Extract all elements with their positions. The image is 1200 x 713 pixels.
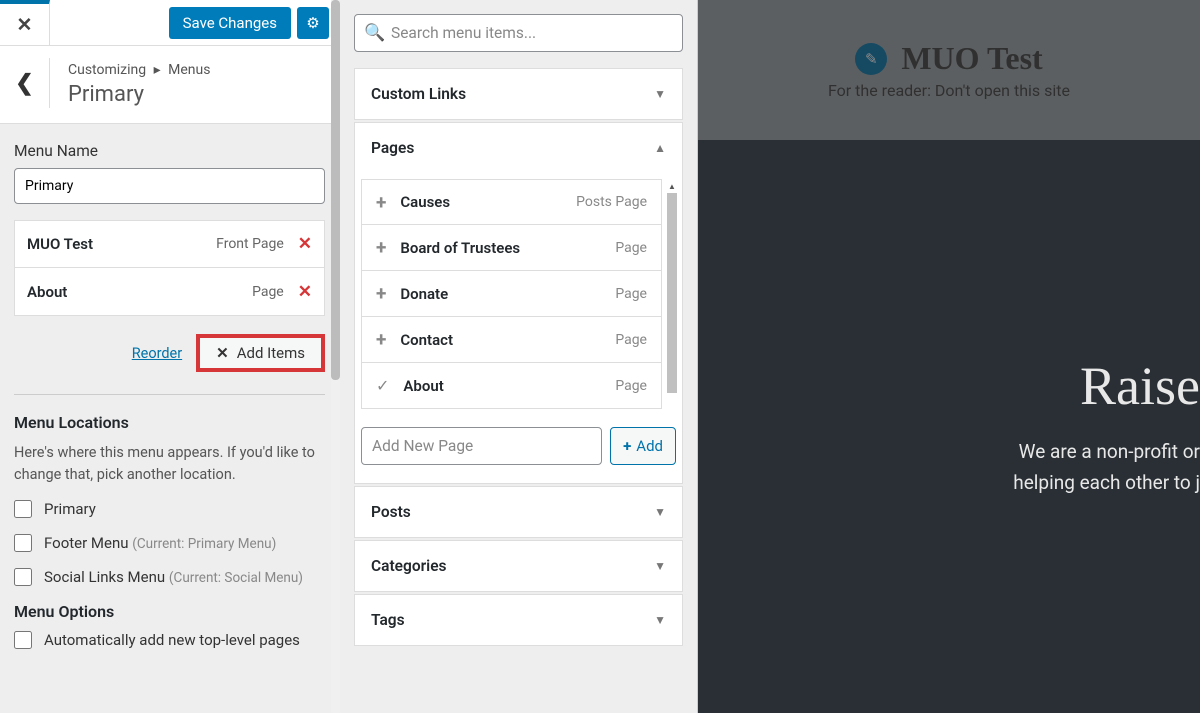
tags-section[interactable]: Tags ▼ (354, 594, 683, 646)
page-item-type: Posts Page (576, 194, 647, 210)
search-input[interactable] (354, 14, 683, 52)
menu-item-type: Page (252, 284, 284, 300)
page-item-title: Causes (400, 193, 576, 211)
location-footer[interactable]: Footer Menu (Current: Primary Menu) (14, 534, 325, 552)
checkbox[interactable] (14, 534, 32, 552)
location-social[interactable]: Social Links Menu (Current: Social Menu) (14, 568, 325, 586)
menu-locations-title: Menu Locations (14, 413, 325, 432)
plus-icon: + (376, 236, 386, 259)
scroll-up-icon[interactable]: ▲ (667, 179, 677, 193)
option-auto-add[interactable]: Automatically add new top-level pages (14, 631, 325, 649)
chevron-up-icon: ▲ (654, 141, 666, 155)
remove-icon[interactable]: ✕ (298, 234, 312, 254)
checkbox[interactable] (14, 568, 32, 586)
menu-item-title: About (27, 283, 252, 301)
menu-locations-desc: Here's where this menu appears. If you'd… (14, 442, 325, 486)
breadcrumb-title: Primary (68, 82, 210, 107)
checkbox[interactable] (14, 631, 32, 649)
page-item[interactable]: + Board of Trustees Page (361, 225, 662, 271)
save-changes-button[interactable]: Save Changes (169, 7, 291, 39)
settings-gear-button[interactable]: ⚙ (297, 7, 329, 39)
menu-item[interactable]: About Page ✕ (14, 268, 325, 316)
checkbox-label: Footer Menu (44, 534, 129, 552)
section-label: Categories (371, 557, 447, 575)
customizer-sidebar: ✕ Save Changes ⚙ ❮ Customizing ▸ Menus P… (0, 0, 340, 713)
hero-subtitle-1: We are a non-profit or (979, 437, 1200, 467)
checkbox-label: Automatically add new top-level pages (44, 631, 300, 649)
breadcrumb-row: ❮ Customizing ▸ Menus Primary (0, 46, 339, 124)
plus-icon: + (376, 282, 386, 305)
plus-icon: + (376, 328, 386, 351)
section-label: Pages (371, 139, 414, 157)
chevron-right-icon: ▸ (154, 62, 161, 78)
add-items-button[interactable]: ✕ Add Items (196, 334, 325, 372)
pages-section: Pages ▲ + Causes Posts Page + Board of T… (354, 122, 683, 484)
remove-icon[interactable]: ✕ (298, 282, 312, 302)
add-new-page-input[interactable] (361, 427, 602, 465)
breadcrumb: Customizing ▸ Menus (68, 62, 210, 78)
page-item-title: Contact (400, 331, 615, 349)
categories-section[interactable]: Categories ▼ (354, 540, 683, 592)
page-item-type: Page (615, 286, 647, 302)
checkbox-label: Social Links Menu (44, 568, 165, 586)
menu-item-title: MUO Test (27, 235, 216, 253)
add-items-label: Add Items (237, 344, 305, 362)
sidebar-content: Menu Name MUO Test Front Page ✕ About Pa… (0, 124, 339, 713)
page-item-title: Donate (400, 285, 615, 303)
checkbox-label: Primary (44, 500, 96, 518)
plus-icon: + (376, 191, 386, 214)
section-label: Posts (371, 503, 411, 521)
page-item[interactable]: ✓ About Page (361, 363, 662, 409)
page-item-type: Page (615, 332, 647, 348)
menu-name-label: Menu Name (14, 142, 325, 160)
menu-item-type: Front Page (216, 236, 284, 252)
menu-item[interactable]: MUO Test Front Page ✕ (14, 220, 325, 268)
section-label: Custom Links (371, 85, 466, 103)
page-item[interactable]: + Causes Posts Page (361, 179, 662, 225)
site-preview: ✎ MUO Test For the reader: Don't open th… (698, 0, 1200, 713)
close-button[interactable]: ✕ (0, 0, 50, 46)
sidebar-topbar: ✕ Save Changes ⚙ (0, 0, 339, 46)
pages-scrollbar[interactable]: ▲ (667, 179, 677, 409)
menu-items-list: MUO Test Front Page ✕ About Page ✕ (14, 220, 325, 316)
menu-options-title: Menu Options (14, 602, 325, 621)
gear-icon: ⚙ (306, 14, 319, 32)
chevron-down-icon: ▼ (654, 613, 666, 627)
add-button-label: Add (636, 437, 663, 455)
chevron-down-icon: ▼ (654, 505, 666, 519)
check-icon: ✓ (376, 376, 389, 395)
close-icon: ✕ (216, 344, 229, 362)
checkbox-hint: (Current: Primary Menu) (132, 536, 276, 552)
reorder-link[interactable]: Reorder (132, 345, 182, 362)
hero-subtitle-2: helping each other to j (973, 468, 1200, 498)
location-primary[interactable]: Primary (14, 500, 325, 518)
divider (14, 394, 325, 395)
menu-name-input[interactable] (14, 168, 325, 204)
sidebar-scrollbar[interactable] (331, 0, 340, 713)
page-item-title: About (403, 377, 615, 395)
section-label: Tags (371, 611, 405, 629)
page-item-type: Page (615, 378, 647, 394)
add-page-button[interactable]: + Add (610, 427, 676, 465)
page-item[interactable]: + Contact Page (361, 317, 662, 363)
hero-title: Raise (1020, 355, 1200, 417)
chevron-down-icon: ▼ (654, 87, 666, 101)
checkbox-hint: (Current: Social Menu) (169, 570, 303, 586)
custom-links-section[interactable]: Custom Links ▼ (354, 68, 683, 120)
page-item-title: Board of Trustees (400, 239, 615, 257)
page-item[interactable]: + Donate Page (361, 271, 662, 317)
posts-section[interactable]: Posts ▼ (354, 486, 683, 538)
add-items-panel: 🔍 Custom Links ▼ Pages ▲ + Causes Posts … (340, 0, 698, 713)
page-item-type: Page (615, 240, 647, 256)
plus-icon: + (623, 437, 631, 455)
pages-section-header[interactable]: Pages ▲ (355, 123, 682, 173)
back-button[interactable]: ❮ (0, 58, 50, 108)
search-icon: 🔍 (364, 23, 385, 43)
checkbox[interactable] (14, 500, 32, 518)
chevron-down-icon: ▼ (654, 559, 666, 573)
